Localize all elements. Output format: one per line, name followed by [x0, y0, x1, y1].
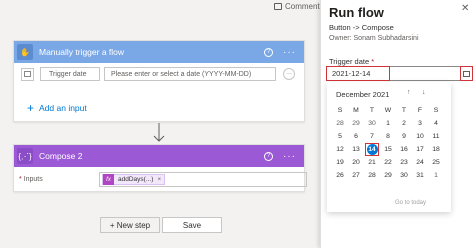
calendar-day[interactable]: 16	[397, 143, 411, 156]
calendar-picker-button[interactable]	[460, 66, 473, 81]
more-options-icon[interactable]: ···	[283, 47, 296, 58]
calendar-icon	[463, 70, 470, 77]
calendar-day[interactable]: 10	[413, 130, 427, 143]
calendar-day[interactable]: 26	[333, 169, 347, 182]
add-input-button[interactable]: + Add an input	[27, 101, 87, 115]
inputs-label: * Inputs	[19, 176, 43, 183]
calendar-day[interactable]: 18	[429, 143, 443, 156]
compose-title: Compose 2	[39, 151, 83, 161]
flow-canvas: Comments ✋ Manually trigger a flow ? ···…	[0, 0, 324, 248]
selected-day[interactable]: 14	[365, 143, 379, 156]
month-label[interactable]: December 2021	[336, 90, 389, 99]
calendar-day[interactable]: 4	[429, 117, 443, 130]
date-picker: December 2021 ↑ ↓ S M T W T F S 28 29 30 1 2 3 4 5 6 7 8 9…	[327, 82, 451, 212]
inputs-field[interactable]: fx addDays(...) ×	[99, 172, 307, 187]
calendar-day[interactable]: 30	[365, 117, 379, 130]
add-input-label: Add an input	[39, 103, 87, 113]
calendar-day[interactable]: 1	[381, 117, 395, 130]
calendar-day[interactable]: 11	[429, 130, 443, 143]
calendar-day[interactable]: 28	[333, 117, 347, 130]
compose-card-header[interactable]: {⋰} Compose 2 ? ···	[14, 145, 304, 167]
trigger-input-row: Trigger date Please enter or select a da…	[21, 67, 301, 81]
comments-label: Comments	[285, 2, 324, 11]
calendar-day[interactable]: 5	[333, 130, 347, 143]
trigger-date-label-field[interactable]: Trigger date	[40, 67, 100, 81]
weekday-header: T	[401, 107, 407, 114]
calendar-day[interactable]: 2	[397, 117, 411, 130]
trigger-title: Manually trigger a flow	[39, 47, 125, 57]
calendar-day[interactable]: 24	[413, 156, 427, 169]
calendar-day[interactable]: 22	[381, 156, 395, 169]
calendar-day[interactable]: 7	[365, 130, 379, 143]
weekday-header: F	[417, 107, 423, 114]
calendar-day[interactable]: 21	[365, 156, 379, 169]
trigger-date-label: Trigger date *	[329, 57, 375, 66]
close-icon[interactable]: ✕	[461, 3, 469, 14]
token-label: addDays(...)	[118, 176, 154, 183]
trigger-card[interactable]: ✋ Manually trigger a flow ? ··· Trigger …	[13, 40, 305, 122]
calendar-day[interactable]: 28	[365, 169, 379, 182]
input-options-icon[interactable]: ···	[283, 68, 295, 80]
compose-inputs-row: * Inputs fx addDays(...) ×	[19, 172, 307, 187]
comment-icon	[274, 3, 282, 10]
remove-token-icon[interactable]: ×	[157, 176, 164, 183]
weekday-header: W	[384, 107, 392, 114]
calendar-day[interactable]: 15	[381, 143, 395, 156]
new-step-button[interactable]: + New step	[100, 217, 160, 233]
trigger-date-description-field[interactable]: Please enter or select a date (YYYY-MM-D…	[104, 67, 276, 81]
calendar-day[interactable]: 9	[397, 130, 411, 143]
calendar-day[interactable]: 13	[349, 143, 363, 156]
weekday-header: S	[433, 107, 439, 114]
calendar-day[interactable]: 8	[381, 130, 395, 143]
calendar-day[interactable]: 29	[381, 169, 395, 182]
calendar-grid: S M T W T F S 28 29 30 1 2 3 4 5 6 7 8 9 10 11 12 13 14 15 16 17 18…	[333, 104, 443, 182]
calendar-icon	[21, 67, 34, 81]
next-month-icon[interactable]: ↓	[422, 89, 426, 96]
down-arrow-icon	[153, 123, 165, 142]
weekday-header: S	[337, 107, 343, 114]
help-icon[interactable]: ?	[264, 47, 273, 57]
panel-title: Run flow	[329, 5, 384, 20]
compose-card[interactable]: {⋰} Compose 2 ? ··· * Inputs fx addDays(…	[13, 144, 307, 192]
calendar-day[interactable]: 27	[349, 169, 363, 182]
comments-button[interactable]: Comments	[274, 2, 324, 11]
go-to-today-link[interactable]: Go to today	[395, 200, 426, 206]
weekday-header: T	[369, 107, 375, 114]
calendar-day[interactable]: 3	[413, 117, 427, 130]
plus-icon: +	[27, 101, 35, 115]
run-flow-panel: Run flow ✕ Button -> Compose Owner: Sona…	[320, 0, 474, 248]
required-mark: *	[371, 57, 375, 66]
calendar-day[interactable]: 25	[429, 156, 443, 169]
weekday-header: M	[353, 107, 359, 114]
calendar-day[interactable]: 19	[333, 156, 347, 169]
trigger-date-input-area[interactable]	[390, 66, 460, 81]
calendar-day[interactable]: 30	[397, 169, 411, 182]
compose-icon: {⋰}	[17, 148, 33, 164]
trigger-card-header[interactable]: ✋ Manually trigger a flow ? ···	[14, 41, 304, 63]
calendar-day[interactable]: 23	[397, 156, 411, 169]
calendar-day[interactable]: 17	[413, 143, 427, 156]
hand-icon: ✋	[17, 44, 33, 60]
calendar-day[interactable]: 29	[349, 117, 363, 130]
calendar-day[interactable]: 6	[349, 130, 363, 143]
calendar-day[interactable]: 20	[349, 156, 363, 169]
calendar-day[interactable]: 1	[429, 169, 443, 182]
expression-token[interactable]: fx addDays(...) ×	[102, 174, 166, 185]
save-button[interactable]: Save	[162, 217, 222, 233]
trigger-date-input[interactable]: 2021-12-14	[326, 66, 390, 81]
owner-text: Owner: Sonam Subhadarsini	[329, 35, 419, 42]
more-options-icon[interactable]: ···	[283, 151, 296, 162]
function-icon: fx	[103, 174, 114, 185]
previous-month-icon[interactable]: ↑	[407, 89, 411, 96]
calendar-day[interactable]: 12	[333, 143, 347, 156]
help-icon[interactable]: ?	[264, 151, 273, 161]
required-mark: *	[19, 176, 22, 183]
calendar-day[interactable]: 31	[413, 169, 427, 182]
flow-name: Button -> Compose	[329, 23, 394, 32]
